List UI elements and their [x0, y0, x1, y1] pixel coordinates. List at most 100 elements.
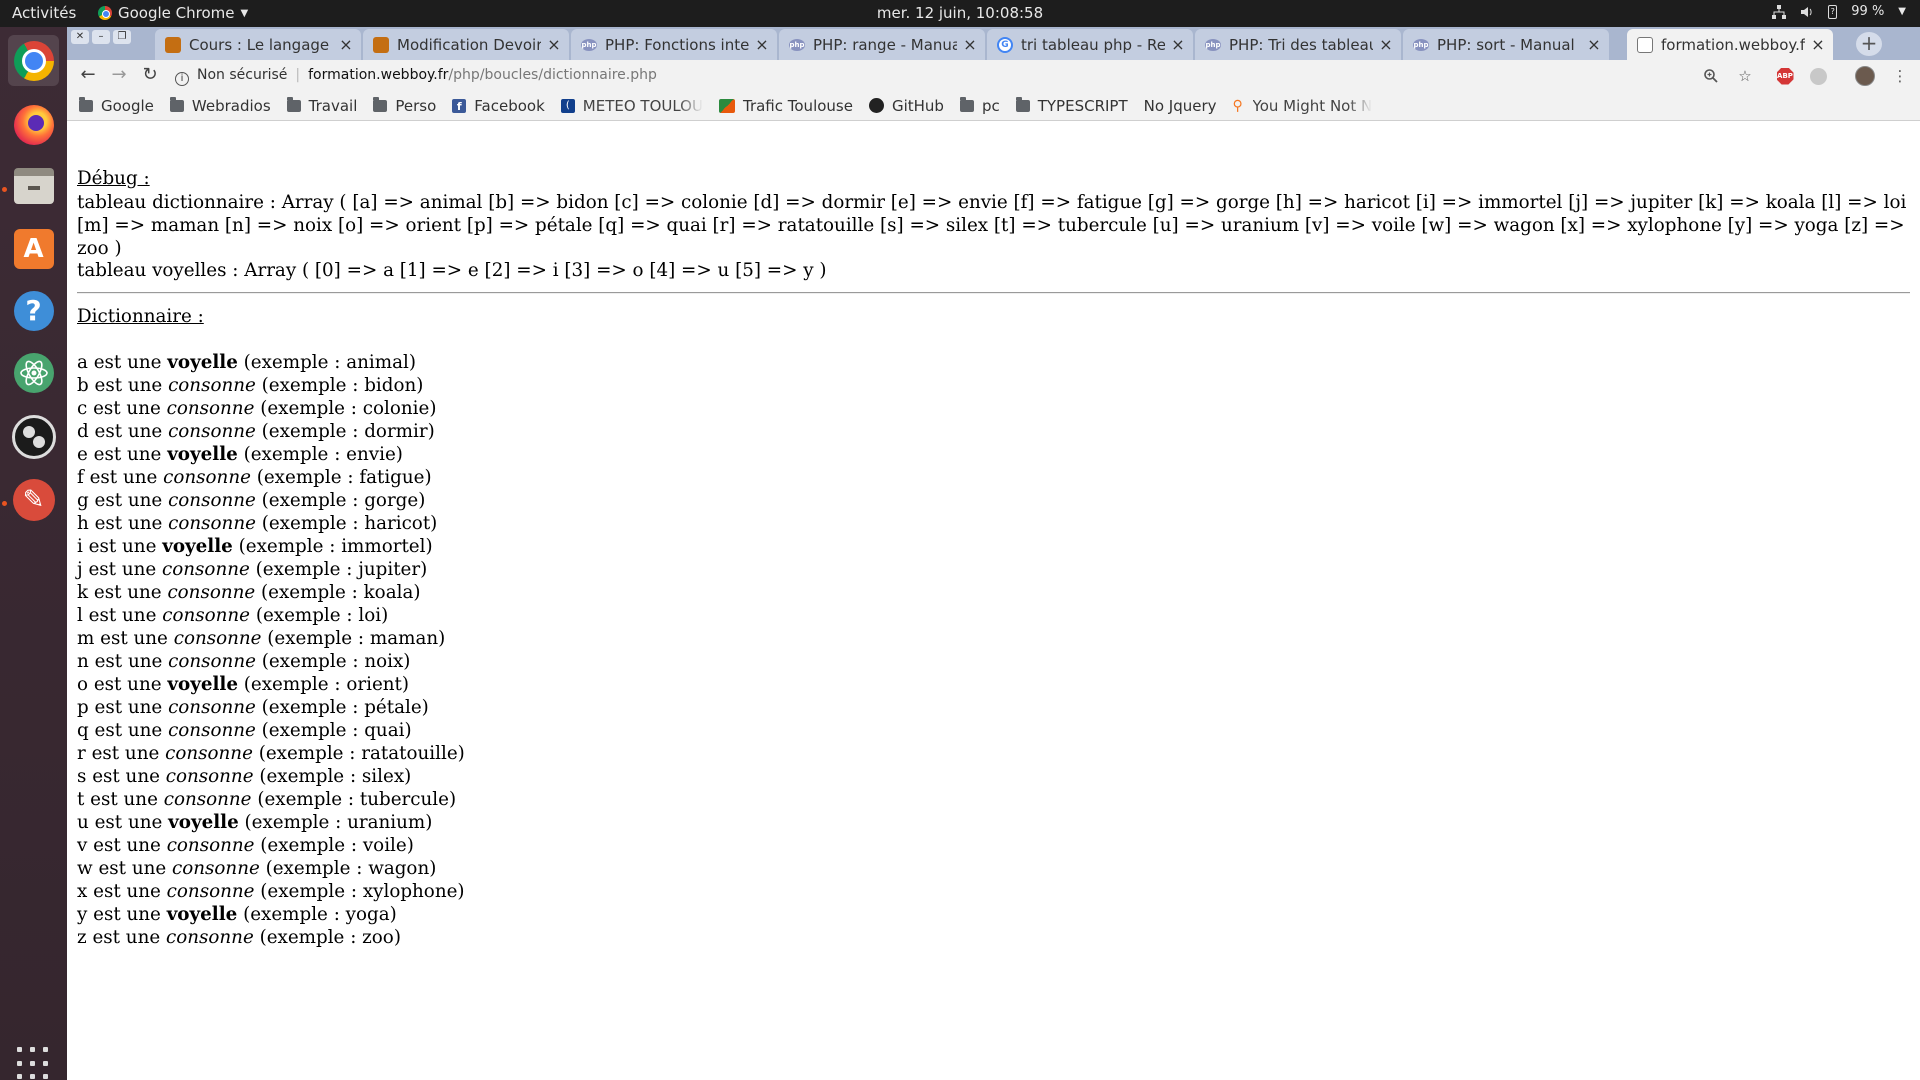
- list-item: u est une voyelle (exemple : uranium): [77, 811, 465, 834]
- entry-type: voyelle: [168, 812, 239, 833]
- dock-obs[interactable]: [8, 411, 59, 462]
- tab-formation-active[interactable]: formation.webboy.fr ×: [1627, 29, 1833, 60]
- entry-exemple-suffix: ): [457, 881, 465, 902]
- list-item: x est une consonne (exemple : xylophone): [77, 880, 465, 903]
- tab-php-tri[interactable]: php PHP: Tri des tableaux ×: [1195, 29, 1401, 60]
- star-bookmark-icon[interactable]: ☆: [1734, 65, 1756, 87]
- dock-help[interactable]: ?: [8, 285, 59, 336]
- ubuntu-dock: A ? ✎: [0, 27, 67, 1080]
- bookmark-no-jquery[interactable]: No Jquery: [67, 97, 1217, 200]
- bookmark-pc[interactable]: pc: [959, 96, 1000, 115]
- app-menu-label: Google Chrome: [118, 4, 235, 22]
- bookmark-trafic[interactable]: Trafic Toulouse: [718, 97, 853, 115]
- info-icon[interactable]: i: [175, 72, 189, 86]
- entry-exemple-prefix: (exemple :: [261, 582, 364, 603]
- tab-close-icon[interactable]: ×: [755, 35, 769, 54]
- entry-exemple-suffix: ): [429, 858, 437, 879]
- tab-php-fonctions[interactable]: php PHP: Fonctions intern ×: [571, 29, 777, 60]
- zoom-icon[interactable]: [1700, 65, 1722, 87]
- entry-est-une: est une: [94, 375, 163, 396]
- entry-est-une: est une: [93, 352, 162, 373]
- tab-php-sort[interactable]: php PHP: sort - Manual ×: [1403, 29, 1609, 60]
- page-favicon-icon: [1637, 36, 1653, 53]
- address-bar[interactable]: i Non sécurisé | formation.webboy.fr/php/bo…: [175, 62, 1795, 89]
- entry-exemple-suffix: ): [418, 490, 426, 511]
- tab-close-icon[interactable]: ×: [1171, 35, 1185, 54]
- entry-word: tubercule: [359, 789, 449, 810]
- bookmark-label: Travail: [308, 96, 358, 115]
- extension-icon[interactable]: [1807, 65, 1829, 87]
- bookmark-perso[interactable]: Perso: [373, 96, 436, 115]
- bookmark-label: METEO TOULOU: [582, 96, 703, 115]
- bookmark-facebook[interactable]: f Facebook: [452, 96, 545, 115]
- entry-exemple-prefix: (exemple :: [243, 352, 347, 373]
- dock-files[interactable]: [8, 160, 59, 211]
- entry-exemple-suffix: ): [413, 582, 421, 603]
- back-arrow-icon[interactable]: ←: [77, 64, 99, 86]
- entry-est-une: est une: [94, 697, 163, 718]
- tab-close-icon[interactable]: ×: [547, 35, 561, 54]
- restore-window-button[interactable]: ❐: [113, 30, 131, 44]
- dock-atom[interactable]: [8, 347, 59, 398]
- bookmark-typescript[interactable]: TYPESCRIPT: [1015, 96, 1128, 115]
- forward-arrow-icon[interactable]: →: [108, 64, 130, 86]
- folder-icon: [286, 96, 301, 112]
- tab-close-icon[interactable]: ×: [1811, 35, 1825, 54]
- entry-type: consonne: [168, 490, 256, 511]
- entry-exemple-suffix: ): [448, 789, 457, 810]
- clock[interactable]: mer. 12 juin, 10:08:58: [0, 4, 1920, 22]
- bookmark-travail[interactable]: Travail: [286, 96, 358, 115]
- security-label[interactable]: Non sécurisé: [197, 67, 287, 83]
- tab-php-range[interactable]: php PHP: range - Manual ×: [779, 29, 985, 60]
- activities-button[interactable]: Activités: [12, 4, 76, 22]
- entry-exemple-suffix: ): [424, 467, 432, 488]
- dock-ubuntu-software[interactable]: A: [8, 223, 59, 274]
- bookmark-webradios[interactable]: Webradios: [169, 96, 271, 115]
- github-icon: [868, 98, 884, 113]
- adblock-icon[interactable]: ABP: [1774, 65, 1796, 87]
- entry-exemple-suffix: ): [389, 904, 397, 925]
- entry-letter: w: [77, 858, 93, 879]
- tab-close-icon[interactable]: ×: [339, 35, 353, 54]
- software-store-icon: A: [13, 228, 54, 269]
- tab-modification-devoir[interactable]: Modification Devoir ×: [363, 29, 569, 60]
- app-menu[interactable]: Google Chrome ▼: [98, 4, 248, 22]
- entry-type: voyelle: [167, 674, 238, 695]
- entry-letter: m: [77, 628, 95, 649]
- bookmark-you-might-not[interactable]: ⚲ You Might Not N: [1233, 97, 1373, 115]
- tab-close-icon[interactable]: ×: [1379, 35, 1393, 54]
- bookmark-label: Facebook: [474, 96, 545, 115]
- list-item: w est une consonne (exemple : wagon): [77, 857, 465, 880]
- show-applications-icon[interactable]: [17, 1047, 50, 1080]
- dock-chrome[interactable]: [8, 35, 59, 86]
- dictionnaire-list: a est une voyelle (exemple : animal) b es…: [77, 351, 465, 949]
- entry-exemple-prefix: (exemple :: [243, 904, 346, 925]
- dock-tools[interactable]: ✎: [8, 474, 59, 525]
- system-tray[interactable]: ? 99 % ▼: [1772, 4, 1906, 19]
- entry-est-une: est une: [100, 628, 168, 649]
- list-item: y est une voyelle (exemple : yoga): [77, 903, 465, 926]
- tab-cours[interactable]: Cours : Le langage PH ×: [155, 29, 361, 60]
- tab-google-search[interactable]: G tri tableau php - Rech ×: [987, 29, 1193, 60]
- dock-firefox[interactable]: [8, 99, 59, 150]
- close-window-button[interactable]: ✕: [71, 30, 89, 44]
- url-host: formation.webboy.fr: [308, 67, 449, 83]
- list-item: e est une voyelle (exemple : envie): [77, 443, 465, 466]
- entry-exemple-prefix: (exemple :: [260, 398, 363, 419]
- entry-type: consonne: [172, 858, 260, 879]
- bookmark-meteo[interactable]: (METEO TOULOU: [560, 96, 703, 115]
- bookmark-google[interactable]: Google: [79, 96, 154, 115]
- new-tab-button[interactable]: +: [1856, 32, 1882, 56]
- minimize-window-button[interactable]: –: [92, 30, 110, 44]
- list-item: i est une voyelle (exemple : immortel): [77, 535, 465, 558]
- tab-close-icon[interactable]: ×: [963, 35, 977, 54]
- entry-type: consonne: [168, 697, 256, 718]
- menu-kebab-icon[interactable]: ⋮: [1889, 65, 1911, 87]
- tab-close-icon[interactable]: ×: [1587, 35, 1601, 54]
- reload-icon[interactable]: ↻: [139, 64, 161, 86]
- profile-avatar[interactable]: [1854, 65, 1876, 87]
- entry-exemple-prefix: (exemple :: [244, 812, 348, 833]
- list-item: g est une consonne (exemple : gorge): [77, 489, 465, 512]
- chrome-icon: [13, 40, 54, 81]
- bookmark-github[interactable]: GitHub: [868, 97, 944, 115]
